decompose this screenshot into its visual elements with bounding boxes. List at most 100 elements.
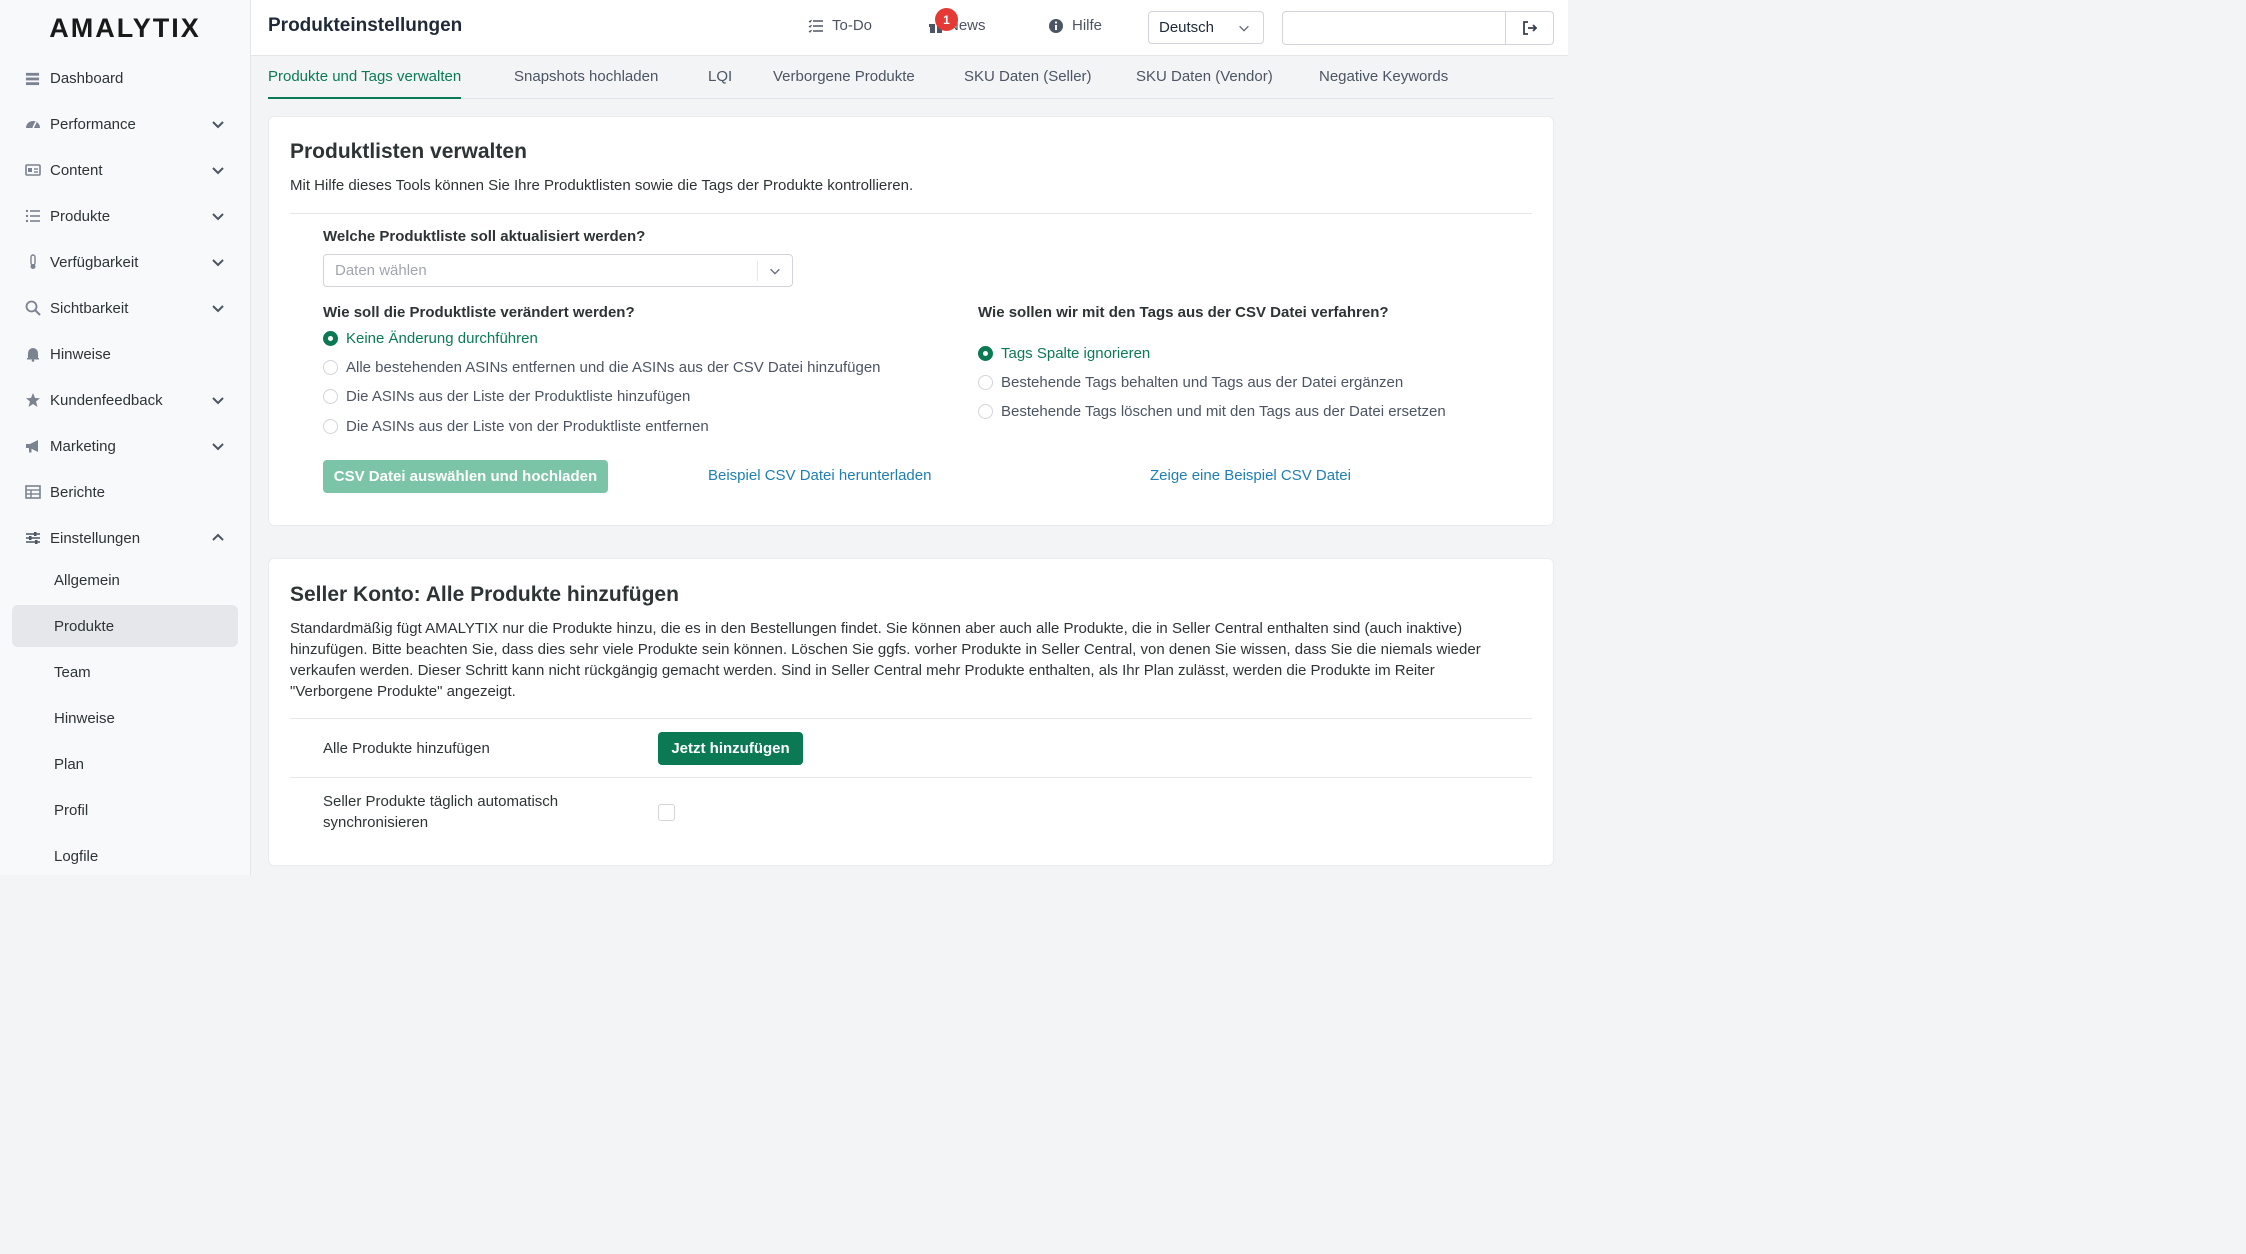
radio-dot bbox=[323, 419, 338, 434]
radio-dot bbox=[978, 404, 993, 419]
product-lists-card: Produktlisten verwalten Mit Hilfe dieses… bbox=[268, 116, 1554, 526]
table-icon bbox=[24, 484, 41, 501]
language-select[interactable]: Deutsch bbox=[1148, 11, 1264, 44]
sidebar-item-label: Produkte bbox=[50, 207, 111, 225]
chevron-down-icon bbox=[212, 121, 224, 129]
dashboard-icon bbox=[24, 70, 41, 87]
top-header: Produkteinstellungen To-Do News 1 Hilfe … bbox=[251, 0, 1568, 56]
sidebar-item-label: Hinweise bbox=[50, 345, 111, 363]
sidebar-item-label: Verfügbarkeit bbox=[50, 253, 139, 271]
sync-products-label-line2: synchronisieren bbox=[323, 814, 429, 831]
radio-dot bbox=[323, 360, 338, 375]
star-icon bbox=[24, 392, 41, 409]
search-icon bbox=[24, 300, 41, 317]
sidebar-item-label: Dashboard bbox=[50, 69, 124, 87]
sidebar-item-dashboard[interactable]: Dashboard bbox=[0, 55, 251, 101]
card-title: Produktlisten verwalten bbox=[290, 140, 527, 163]
radio-label: Alle bestehenden ASINs entfernen und die… bbox=[346, 359, 881, 376]
upload-csv-button[interactable]: CSV Datei auswählen und hochladen bbox=[323, 460, 608, 493]
help-link[interactable]: Hilfe bbox=[1048, 17, 1102, 34]
sidebar-item-marketing[interactable]: Marketing bbox=[0, 423, 251, 469]
tab-lqi[interactable]: LQI bbox=[708, 68, 732, 99]
radio-add-asins[interactable]: Die ASINs aus der Liste der Produktliste… bbox=[323, 388, 690, 405]
radio-dot bbox=[323, 389, 338, 404]
sidebar-subitem-hinweise[interactable]: Hinweise bbox=[12, 697, 238, 739]
app-logo[interactable]: AMALYTIX bbox=[0, 0, 250, 56]
sidebar-item-einstellungen[interactable]: Einstellungen bbox=[0, 515, 251, 561]
product-list-select[interactable]: Daten wählen bbox=[323, 254, 793, 287]
chevron-down-icon bbox=[212, 259, 224, 267]
sidebar-item-label: Kundenfeedback bbox=[50, 391, 163, 409]
info-icon bbox=[1049, 18, 1063, 33]
card-description-line: verkaufen werden. Dieser Schritt kann ni… bbox=[290, 662, 1435, 679]
add-now-button[interactable]: Jetzt hinzufügen bbox=[658, 732, 803, 765]
radio-replace-asins[interactable]: Alle bestehenden ASINs entfernen und die… bbox=[323, 359, 881, 376]
seller-account-card: Seller Konto: Alle Produkte hinzufügen S… bbox=[268, 558, 1554, 866]
radio-keep-tags[interactable]: Bestehende Tags behalten und Tags aus de… bbox=[978, 374, 1403, 391]
sidebar-item-label: Performance bbox=[50, 115, 136, 133]
sidebar-subitem-allgemein[interactable]: Allgemein bbox=[12, 559, 238, 601]
tab-verborgene-produkte[interactable]: Verborgene Produkte bbox=[773, 68, 915, 99]
question-list-change: Wie soll die Produktliste verändert werd… bbox=[323, 304, 635, 321]
radio-no-change[interactable]: Keine Änderung durchführen bbox=[323, 330, 538, 347]
card-description-line: "Verborgene Produkte" angezeigt. bbox=[290, 683, 516, 700]
add-all-products-label: Alle Produkte hinzufügen bbox=[323, 740, 490, 757]
sidebar-item-berichte[interactable]: Berichte bbox=[0, 469, 251, 515]
card-title: Seller Konto: Alle Produkte hinzufügen bbox=[290, 583, 679, 606]
help-label: Hilfe bbox=[1072, 17, 1103, 34]
sidebar-item-performance[interactable]: Performance bbox=[0, 101, 251, 147]
logout-button[interactable] bbox=[1505, 12, 1553, 44]
sidebar-item-label: Einstellungen bbox=[50, 529, 141, 547]
sidebar-subitem-produkte[interactable]: Produkte bbox=[12, 605, 238, 647]
card-description: Mit Hilfe dieses Tools können Sie Ihre P… bbox=[290, 177, 914, 194]
tab-bar: Produkte und Tags verwalten Snapshots ho… bbox=[268, 60, 1554, 99]
tab-produkte-tags[interactable]: Produkte und Tags verwalten bbox=[268, 68, 462, 99]
sidebar-subitem-team[interactable]: Team bbox=[12, 651, 238, 693]
todo-link[interactable]: To-Do bbox=[808, 17, 872, 34]
chevron-down-icon bbox=[212, 305, 224, 313]
chevron-down-icon bbox=[212, 397, 224, 405]
sidebar-item-sichtbarkeit[interactable]: Sichtbarkeit bbox=[0, 285, 251, 331]
sidebar-subitem-label: Team bbox=[54, 663, 91, 681]
megaphone-icon bbox=[24, 438, 41, 455]
tab-snapshots[interactable]: Snapshots hochladen bbox=[514, 68, 658, 99]
sidebar-item-label: Berichte bbox=[50, 483, 106, 501]
divider bbox=[290, 777, 1532, 778]
list-icon bbox=[24, 208, 41, 225]
sidebar-item-hinweise[interactable]: Hinweise bbox=[0, 331, 251, 377]
card-icon bbox=[24, 162, 41, 179]
radio-remove-asins[interactable]: Die ASINs aus der Liste von der Produktl… bbox=[323, 418, 709, 435]
sidebar-subitem-profil[interactable]: Profil bbox=[12, 789, 238, 831]
sidebar-subitem-label: Profil bbox=[54, 801, 89, 819]
tab-negative-keywords[interactable]: Negative Keywords bbox=[1319, 68, 1448, 99]
search-input[interactable] bbox=[1283, 12, 1507, 44]
tab-sku-seller[interactable]: SKU Daten (Seller) bbox=[964, 68, 1092, 99]
download-sample-csv-link[interactable]: Beispiel CSV Datei herunterladen bbox=[708, 467, 931, 484]
sidebar-subitem-label: Produkte bbox=[54, 617, 115, 635]
sidebar-subitem-label: Logfile bbox=[54, 847, 99, 865]
question-tags: Wie sollen wir mit den Tags aus der CSV … bbox=[978, 304, 1389, 321]
sidebar-item-kundenfeedback[interactable]: Kundenfeedback bbox=[0, 377, 251, 423]
sidebar-item-content[interactable]: Content bbox=[0, 147, 251, 193]
sidebar-subitem-plan[interactable]: Plan bbox=[12, 743, 238, 785]
sidebar-item-label: Content bbox=[50, 161, 103, 179]
radio-ignore-tags[interactable]: Tags Spalte ignorieren bbox=[978, 345, 1150, 362]
sync-products-checkbox[interactable] bbox=[658, 804, 675, 821]
radio-label: Die ASINs aus der Liste der Produktliste… bbox=[346, 388, 691, 405]
card-description-line: Standardmäßig fügt AMALYTIX nur die Prod… bbox=[290, 620, 1463, 637]
sliders-icon bbox=[24, 530, 41, 547]
radio-replace-tags[interactable]: Bestehende Tags löschen und mit den Tags… bbox=[978, 403, 1446, 420]
logout-icon bbox=[1522, 21, 1537, 35]
select-placeholder: Daten wählen bbox=[335, 262, 427, 279]
radio-label: Keine Änderung durchführen bbox=[346, 330, 538, 347]
sidebar-item-produkte[interactable]: Produkte bbox=[0, 193, 251, 239]
todo-label: To-Do bbox=[832, 17, 873, 34]
search-box bbox=[1282, 11, 1554, 45]
show-sample-csv-link[interactable]: Zeige eine Beispiel CSV Datei bbox=[1150, 467, 1351, 484]
sidebar-subitem-logfile[interactable]: Logfile bbox=[12, 835, 238, 877]
tab-sku-vendor[interactable]: SKU Daten (Vendor) bbox=[1136, 68, 1273, 99]
sidebar-item-verfuegbarkeit[interactable]: Verfügbarkeit bbox=[0, 239, 251, 285]
chevron-down-icon bbox=[212, 167, 224, 175]
bell-icon bbox=[24, 346, 41, 363]
sidebar-item-label: Sichtbarkeit bbox=[50, 299, 129, 317]
